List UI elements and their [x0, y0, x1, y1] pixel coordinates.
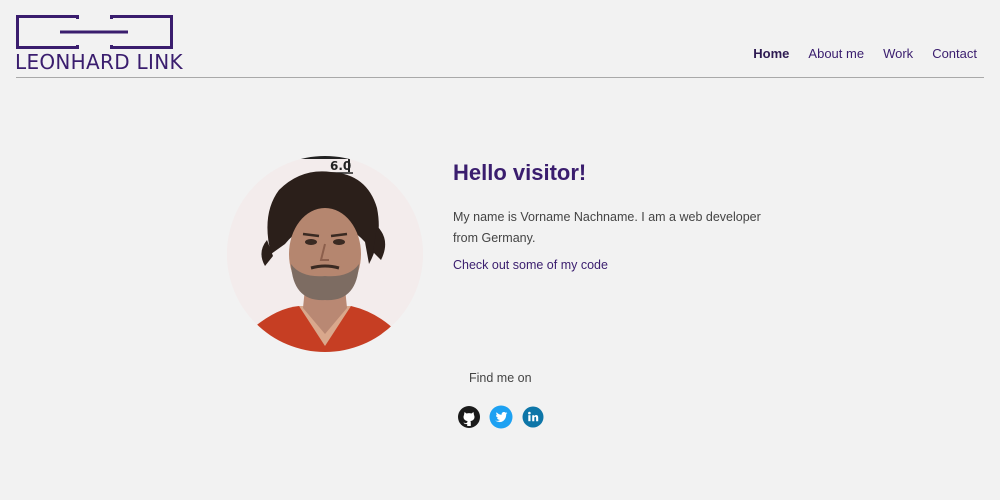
main-nav: Home About me Work Contact: [753, 46, 977, 61]
github-icon[interactable]: [457, 405, 481, 429]
greeting-heading: Hello visitor!: [453, 160, 587, 185]
twitter-icon[interactable]: [489, 405, 513, 429]
height-sign-text: 6.0: [330, 159, 351, 173]
site-header: LEONHARD LINK Home About me Work Contact: [15, 0, 984, 78]
nav-home[interactable]: Home: [753, 46, 789, 61]
portrait-image: 6.0: [227, 156, 423, 352]
linkedin-icon[interactable]: [521, 405, 545, 429]
code-link[interactable]: Check out some of my code: [453, 258, 608, 272]
nav-about-me[interactable]: About me: [808, 46, 864, 61]
nav-contact[interactable]: Contact: [932, 46, 977, 61]
chain-link-logo-icon: [16, 15, 173, 49]
nav-work[interactable]: Work: [883, 46, 913, 61]
find-me-label: Find me on: [469, 371, 532, 385]
intro-text: My name is Vorname Nachname. I am a web …: [453, 210, 761, 245]
intro-section: Hello visitor! My name is Vorname Nachna…: [453, 160, 773, 274]
social-links: [457, 405, 545, 429]
site-logo[interactable]: LEONHARD LINK: [15, 14, 183, 74]
profile-photo: 6.0: [227, 156, 423, 352]
brand-name: LEONHARD LINK: [15, 50, 183, 74]
